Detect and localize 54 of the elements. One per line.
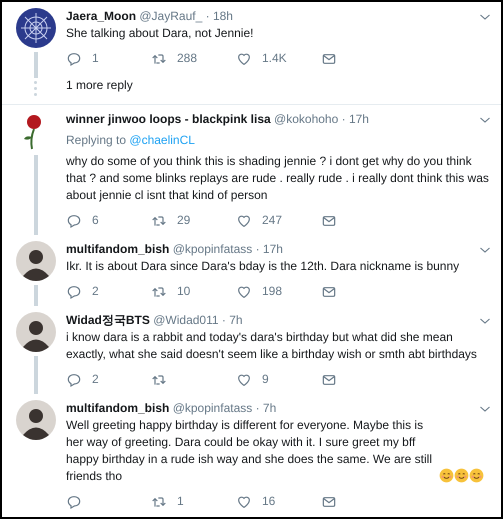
action-count: 198 [262,283,282,300]
reply-icon[interactable] [66,372,82,388]
timestamp[interactable]: · 17h [256,242,283,256]
timestamp[interactable]: · 7h [222,313,243,327]
heart-icon[interactable] [236,494,252,510]
reply-icon[interactable] [66,284,82,300]
replying-label: Replying to [66,133,126,147]
action-count: 247 [262,212,282,229]
tweet-text: Well greeting happy birthday is different for everyone. Maybe this is her way of greeting. Dara could be okay with it. I sure greet my bff happy birthday in a rude ish way and she does the same. We are still friends tho [66,417,433,485]
reply-icon[interactable] [66,212,82,228]
tweet-text: why do some of you think this is shading jennie ? i dont get why do you think that ? and some blinks replays are rude . really rude . i really dont think this was about jennie cl isnt that kind of person [66,154,489,202]
action-count: 10 [177,283,190,300]
heart-icon[interactable] [236,50,252,66]
action-count: 2 [92,283,99,300]
user-name[interactable]: multifandom_bish [66,242,170,256]
action-count: 6 [92,212,99,229]
reply-icon[interactable] [66,50,82,66]
user-name[interactable]: winner jinwoo loops - blackpink lisa [66,112,271,126]
smiley-icon [439,468,454,483]
timestamp[interactable]: · 17h [342,112,369,126]
heart-icon[interactable] [236,372,252,388]
heart-icon[interactable] [236,284,252,300]
avatar[interactable] [16,241,56,281]
reply-icon[interactable] [66,494,82,510]
smiley-icon [469,468,484,483]
timestamp[interactable]: · 7h [256,401,276,415]
tweet-text: Ikr. It is about Dara since Dara's bday is the 12th. Dara nickname is bunny [66,259,460,273]
tweet-text: i know dara is a rabbit and today's dara's birthday but what did she mean exactly, what she said doesn't seem like a birthday wish or smth abt birthdays [66,330,477,361]
action-count: 29 [177,212,190,229]
smiley-icon [454,468,469,483]
more-replies-link[interactable]: 1 more reply [66,73,133,96]
timestamp[interactable]: · 18h [206,9,233,23]
action-count: 16 [262,493,276,510]
action-count: 288 [177,50,198,67]
action-count: 1 [92,50,99,67]
avatar-icon[interactable] [16,8,56,48]
mention-link[interactable]: @chaelinCL [129,133,195,147]
action-count: 1.4K [262,50,287,67]
user-handle[interactable]: @kokohoho [274,112,338,126]
user-name[interactable]: Widad정국BTS [66,313,150,327]
avatar[interactable] [16,312,56,352]
action-count: 1 [177,493,184,510]
avatar[interactable] [16,400,56,440]
heart-icon[interactable] [236,212,252,228]
user-name[interactable]: Jaera_Moon [66,9,136,23]
user-handle[interactable]: @Widad011 [153,313,219,327]
user-handle[interactable]: @kpopinfatass [172,401,252,415]
user-handle[interactable]: @kpopinfatass [172,242,252,256]
action-count: 9 [262,371,269,388]
user-name[interactable]: multifandom_bish [66,401,170,415]
thread-dots [34,81,38,96]
tweet-text: She talking about Dara, not Jennie! [66,26,254,40]
action-count: 2 [92,371,99,388]
user-handle[interactable]: @JayRauf_ [139,9,202,23]
